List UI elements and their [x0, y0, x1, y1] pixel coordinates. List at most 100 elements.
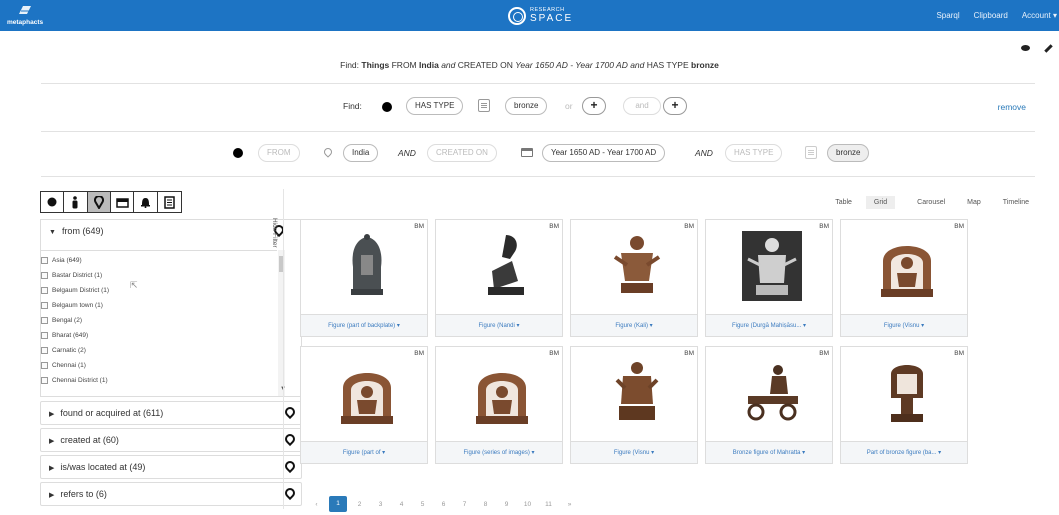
from-chip[interactable]: FROM: [258, 144, 300, 162]
artifact-thumbnail[interactable]: [607, 358, 667, 428]
caret-down-icon: ▼: [49, 229, 56, 236]
tab-table[interactable]: Table: [835, 196, 852, 209]
page-5[interactable]: 5: [412, 501, 433, 508]
facet-from-header[interactable]: ▼ from (649): [49, 226, 103, 236]
result-card[interactable]: BM Figure (Durgā Mahiṣāsu... ▾: [705, 219, 833, 337]
artifact-thumbnail[interactable]: [877, 358, 937, 428]
checkbox[interactable]: [41, 257, 48, 264]
date-range-chip[interactable]: Year 1650 AD - Year 1700 AD: [542, 144, 666, 162]
metaphacts-logo[interactable]: metaphacts: [4, 3, 64, 29]
artifact-thumbnail[interactable]: [337, 231, 397, 301]
facet-created-at[interactable]: ▶ created at (60): [40, 428, 302, 452]
result-caption-dropdown[interactable]: Figure (Nandi ▾: [436, 314, 562, 336]
result-card[interactable]: BM Figure (Visnu ▾: [840, 219, 968, 337]
facet-value[interactable]: Belgaum District (1): [41, 287, 109, 294]
hide-filter-toggle[interactable]: Hide Filter: [271, 218, 278, 248]
checkbox[interactable]: [41, 362, 48, 369]
result-card[interactable]: BM Figure (Kali) ▾: [570, 219, 698, 337]
checkbox[interactable]: [41, 377, 48, 384]
page-9[interactable]: 9: [496, 501, 517, 508]
facet-value[interactable]: Bastar District (1): [41, 272, 102, 279]
person-category-icon[interactable]: [64, 192, 88, 212]
page-7[interactable]: 7: [454, 501, 475, 508]
pencil-icon[interactable]: [1044, 44, 1053, 53]
add-or-button[interactable]: +: [582, 97, 606, 115]
checkbox[interactable]: [41, 272, 48, 279]
result-caption-dropdown[interactable]: Figure (part of backplate) ▾: [301, 314, 427, 336]
facet-value[interactable]: Chennai (1): [41, 362, 86, 369]
artifact-thumbnail[interactable]: [742, 358, 802, 428]
result-caption-dropdown[interactable]: Figure (Durgā Mahiṣāsu... ▾: [706, 314, 832, 336]
checkbox[interactable]: [41, 302, 48, 309]
india-chip[interactable]: India: [343, 144, 379, 162]
artifact-thumbnail[interactable]: [742, 231, 802, 301]
page-2[interactable]: 2: [349, 501, 370, 508]
pin-icon: [285, 461, 295, 473]
artifact-thumbnail[interactable]: [607, 231, 667, 301]
result-caption-dropdown[interactable]: Bronze figure of Mahratta ▾: [706, 441, 832, 463]
facet-value[interactable]: Bharat (649): [41, 332, 88, 339]
artifact-thumbnail[interactable]: [337, 358, 397, 428]
result-card[interactable]: BM Bronze figure of Mahratta ▾: [705, 346, 833, 464]
page-1[interactable]: 1: [329, 496, 347, 512]
tab-timeline[interactable]: Timeline: [1003, 196, 1029, 209]
tab-grid[interactable]: Grid: [865, 196, 896, 209]
facet-found-or-acquired[interactable]: ▶ found or acquired at (611): [40, 401, 302, 425]
page-3[interactable]: 3: [370, 501, 391, 508]
nav-clipboard[interactable]: Clipboard: [974, 11, 1008, 20]
checkbox[interactable]: [41, 332, 48, 339]
artifact-thumbnail[interactable]: [472, 231, 532, 301]
result-card[interactable]: BM Figure (part of ▾: [300, 346, 428, 464]
result-caption-dropdown[interactable]: Figure (series of images) ▾: [436, 441, 562, 463]
result-caption-dropdown[interactable]: Part of bronze figure (ba... ▾: [841, 441, 967, 463]
tab-map[interactable]: Map: [967, 196, 981, 209]
researchspace-brand[interactable]: RESEARCH SPACE: [508, 5, 573, 27]
tab-carousel[interactable]: Carousel: [917, 196, 945, 209]
facet-refers-to[interactable]: ▶ refers to (6): [40, 482, 302, 506]
result-card[interactable]: BM Part of bronze figure (ba... ▾: [840, 346, 968, 464]
add-and-button[interactable]: +: [663, 97, 687, 115]
page-next[interactable]: »: [559, 501, 580, 508]
page-8[interactable]: 8: [475, 501, 496, 508]
thing-category-icon[interactable]: [41, 192, 65, 212]
facet-value[interactable]: Belgaum town (1): [41, 302, 103, 309]
has-type-chip[interactable]: HAS TYPE: [406, 97, 464, 115]
bronze-chip[interactable]: bronze: [505, 97, 548, 115]
eye-icon[interactable]: [1021, 45, 1030, 51]
page-prev[interactable]: ‹: [306, 501, 327, 508]
facet-value[interactable]: Carnatic (2): [41, 347, 86, 354]
remove-link[interactable]: remove: [998, 102, 1026, 112]
facet-value[interactable]: Chennai District (1): [41, 377, 108, 384]
page-4[interactable]: 4: [391, 501, 412, 508]
nav-account[interactable]: Account ▾: [1022, 11, 1057, 20]
page-10[interactable]: 10: [517, 501, 538, 508]
artifact-thumbnail[interactable]: [877, 231, 937, 301]
result-card[interactable]: BM Figure (part of backplate) ▾: [300, 219, 428, 337]
result-caption-dropdown[interactable]: Figure (Visnu ▾: [841, 314, 967, 336]
facet-value[interactable]: Bengal (2): [41, 317, 82, 324]
source-badge: BM: [684, 350, 694, 357]
created-on-chip[interactable]: CREATED ON: [427, 144, 497, 162]
place-category-icon[interactable]: [87, 192, 111, 212]
and-chip[interactable]: and: [623, 97, 661, 115]
bronze-chip[interactable]: bronze: [827, 144, 870, 162]
type-category-icon[interactable]: [158, 192, 181, 212]
result-caption-dropdown[interactable]: Figure (part of ▾: [301, 441, 427, 463]
page-6[interactable]: 6: [433, 501, 454, 508]
nav-sparql[interactable]: Sparql: [936, 11, 959, 20]
result-card[interactable]: BM Figure (Nandi ▾: [435, 219, 563, 337]
checkbox[interactable]: [41, 287, 48, 294]
event-category-icon[interactable]: [134, 192, 158, 212]
checkbox[interactable]: [41, 317, 48, 324]
date-category-icon[interactable]: [111, 192, 135, 212]
has-type-chip[interactable]: HAS TYPE: [725, 144, 783, 162]
result-caption-dropdown[interactable]: Figure (Kali) ▾: [571, 314, 697, 336]
checkbox[interactable]: [41, 347, 48, 354]
artifact-thumbnail[interactable]: [472, 358, 532, 428]
result-card[interactable]: BM Figure (Visnu ▾: [570, 346, 698, 464]
result-caption-dropdown[interactable]: Figure (Visnu ▾: [571, 441, 697, 463]
facet-value[interactable]: Asia (649): [41, 257, 82, 264]
page-11[interactable]: 11: [538, 501, 559, 508]
result-card[interactable]: BM Figure (series of images) ▾: [435, 346, 563, 464]
facet-was-located-at[interactable]: ▶ is/was located at (49): [40, 455, 302, 479]
